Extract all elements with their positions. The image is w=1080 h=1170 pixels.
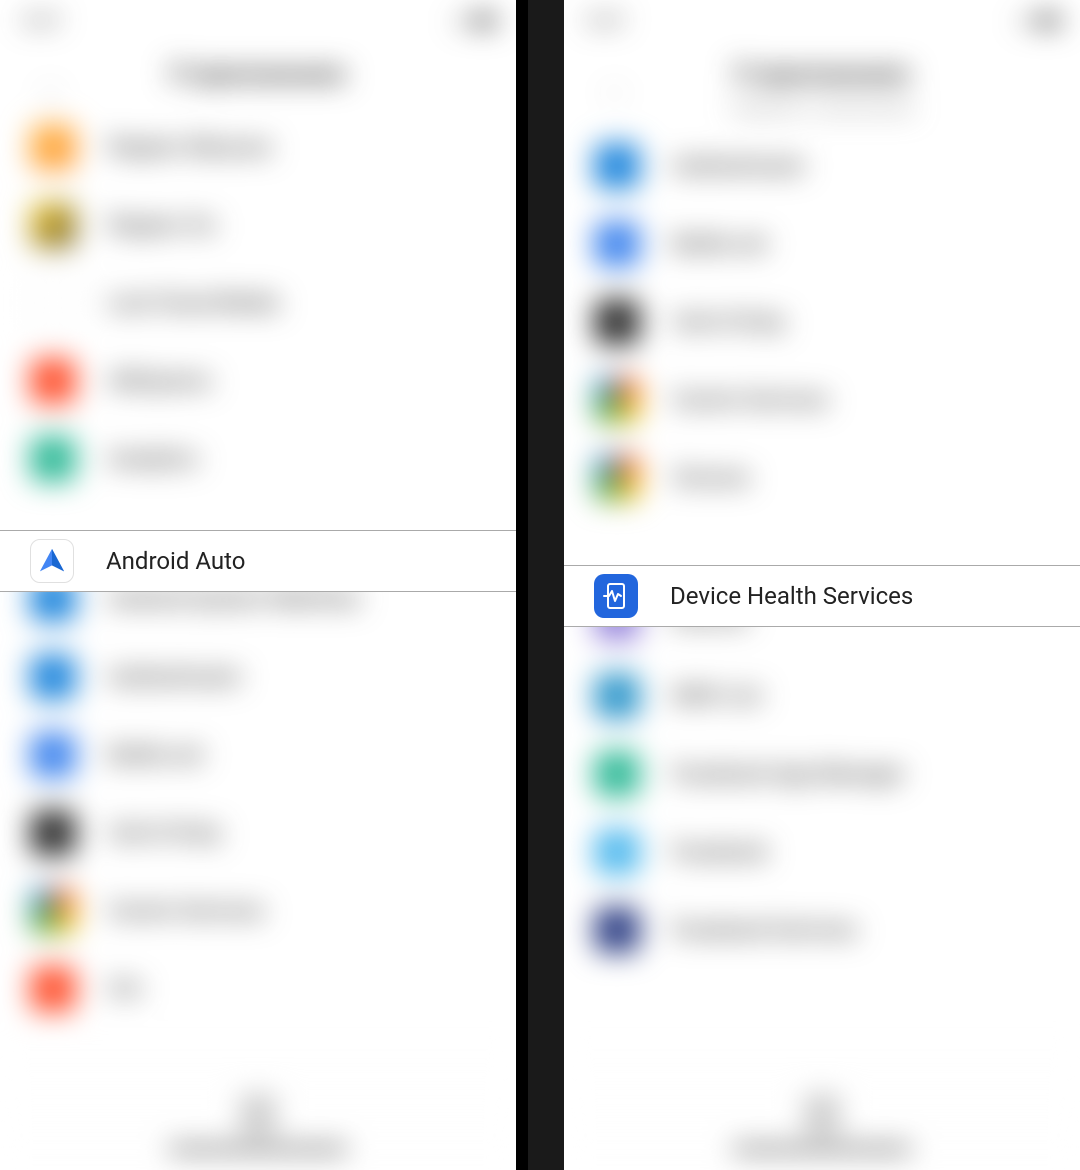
app-icon	[594, 143, 640, 189]
app-row[interactable]: Facebook Services	[564, 891, 1080, 969]
app-icon	[594, 221, 640, 267]
app-icon	[30, 810, 76, 856]
app-name: Battle.net	[108, 743, 203, 768]
app-row[interactable]: Carrier Services	[564, 361, 1080, 439]
nav-home-bar[interactable]	[168, 1146, 348, 1152]
app-icon	[30, 436, 76, 482]
app-row-focused[interactable]: Android Auto	[0, 530, 516, 592]
app-icon	[594, 673, 640, 719]
back-arrow[interactable]: ←	[40, 75, 64, 104]
app-icon	[594, 751, 640, 797]
app-icon	[594, 299, 640, 345]
app-name: Facebook Services	[672, 918, 857, 943]
status-time: 10:47	[584, 11, 625, 30]
app-icon	[30, 202, 76, 248]
app-icon	[30, 966, 76, 1012]
app-row[interactable]: AliExpress	[0, 342, 516, 420]
app-icon	[594, 829, 640, 875]
app-icon	[594, 377, 640, 423]
device-health-icon	[594, 574, 638, 618]
app-icon	[30, 888, 76, 934]
app-row[interactable]: Call of Duty	[564, 283, 1080, 361]
app-row[interactable]: Carrier Services	[0, 872, 516, 950]
app-row[interactable]: Яндекс Go	[0, 186, 516, 264]
phone-screen-left: 10:47 ▲ ← П приложениях Яндекс МузыкаЯнд…	[0, 0, 516, 1170]
app-icon	[594, 455, 640, 501]
app-row[interactable]: Facebook App Manager	[564, 735, 1080, 813]
bottom-nav	[564, 1040, 1080, 1170]
app-name: Analytics	[108, 447, 199, 472]
nav-dock-icon	[240, 1094, 276, 1136]
status-bar: 10:47 ▲	[0, 0, 516, 40]
phone-screen-right: 10:47 ▲ ← П приложениях Сведения о прило…	[564, 0, 1080, 1170]
app-name: Authenticator	[672, 154, 806, 179]
app-name: AliExpress	[108, 369, 212, 394]
battery-icon	[1036, 14, 1060, 26]
app-list-before: Authenticator Battle.net Call of Duty Carri…	[564, 127, 1080, 517]
back-arrow[interactable]: ←	[604, 75, 628, 104]
app-row[interactable]: Battle.net	[564, 205, 1080, 283]
app-icon	[594, 907, 640, 953]
android-auto-icon	[30, 539, 74, 583]
app-name: DMV List	[672, 684, 761, 709]
app-row[interactable]: Call of Duty	[0, 794, 516, 872]
app-name-focused: Android Auto	[106, 547, 245, 575]
app-row[interactable]: Analytics	[0, 420, 516, 498]
app-name: Call of Duty	[672, 310, 785, 335]
nav-dock-icon	[804, 1094, 840, 1136]
app-name: Carrier Services	[672, 388, 829, 413]
app-row[interactable]: Last Cloud Media	[0, 264, 516, 342]
app-row[interactable]: Chr	[0, 950, 516, 1028]
app-name: Authenticator	[108, 665, 242, 690]
app-row[interactable]: Chrome	[564, 439, 1080, 517]
bottom-nav	[0, 1040, 516, 1170]
wifi-icon: ▲	[452, 10, 468, 30]
app-row[interactable]: Authenticator	[564, 127, 1080, 205]
page-subtitle: Сведения о приложении	[564, 98, 1080, 117]
app-name: Яндекс Музыка	[108, 135, 271, 160]
status-time: 10:47	[20, 11, 61, 30]
app-list-after: Android System WebViewAuthenticatorBattl…	[0, 560, 516, 1028]
app-icon	[30, 280, 76, 326]
app-row[interactable]: Facebook	[564, 813, 1080, 891]
app-name: Facebook App Manager	[672, 762, 905, 787]
app-icon	[30, 654, 76, 700]
battery-icon	[472, 14, 496, 26]
app-name: Call of Duty	[108, 821, 221, 846]
app-name: Last Cloud Media	[108, 291, 279, 316]
app-name: Facebook	[672, 840, 768, 865]
app-icon	[30, 124, 76, 170]
screen-divider	[528, 0, 564, 1170]
app-icon	[30, 358, 76, 404]
wifi-icon: ▲	[1016, 10, 1032, 30]
app-row[interactable]: Яндекс Музыка	[0, 108, 516, 186]
status-icons: ▲	[452, 10, 496, 30]
app-row[interactable]: DMV List	[564, 657, 1080, 735]
app-row-focused[interactable]: Device Health Services	[564, 565, 1080, 627]
page-title: П приложениях	[0, 40, 516, 108]
app-name: Battle.net	[672, 232, 767, 257]
app-name: Яндекс Go	[108, 213, 216, 238]
nav-home-bar[interactable]	[732, 1146, 912, 1152]
app-name: Chr	[108, 977, 142, 1002]
status-icons: ▲	[1016, 10, 1060, 30]
app-list-before: Яндекс Музыка Яндекс Go Last Cloud Media Al…	[0, 108, 516, 498]
page-title: П приложениях	[564, 40, 1080, 108]
app-name-focused: Device Health Services	[670, 582, 913, 610]
app-icon	[30, 732, 76, 778]
app-name: Chrome	[672, 466, 750, 491]
status-bar: 10:47 ▲	[564, 0, 1080, 40]
app-row[interactable]: Authenticator	[0, 638, 516, 716]
app-name: Carrier Services	[108, 899, 265, 924]
app-list-after: DiscordDMV ListFacebook App ManagerFaceb…	[564, 579, 1080, 969]
app-row[interactable]: Battle.net	[0, 716, 516, 794]
